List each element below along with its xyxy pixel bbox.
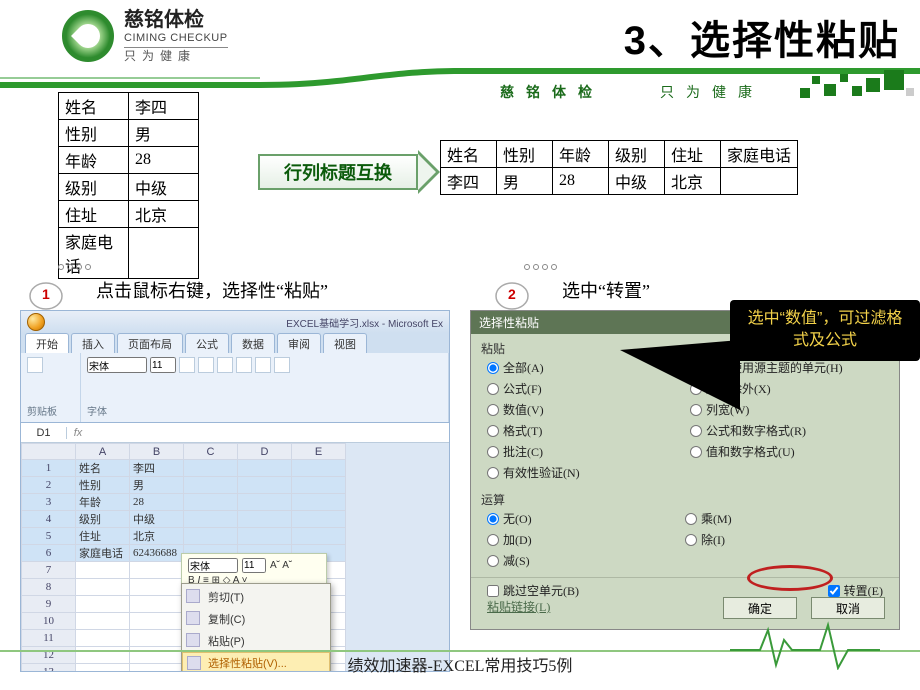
- ribbon-tab[interactable]: 数据: [231, 333, 275, 353]
- table-cell: 家庭电话: [721, 141, 798, 168]
- mini-font-size[interactable]: [242, 558, 266, 573]
- paste-option-radio[interactable]: 格式(T): [487, 422, 680, 439]
- excel-window: EXCEL基础学习.xlsx - Microsoft Ex 开始插入页面布局公式…: [20, 310, 450, 672]
- ribbon-group-clipboard: 剪贴板: [27, 403, 74, 418]
- source-vertical-table: 姓名李四性别男年龄28级别中级住址北京家庭电话: [58, 92, 199, 279]
- table-cell: 李四: [441, 168, 497, 195]
- excel-window-title: EXCEL基础学习.xlsx - Microsoft Ex: [286, 315, 443, 330]
- table-cell: 年龄: [553, 141, 609, 168]
- ribbon-tab[interactable]: 公式: [185, 333, 229, 353]
- table-cell: 28: [553, 168, 609, 195]
- table-cell: 性别: [497, 141, 553, 168]
- paste-option-radio[interactable]: 公式和数字格式(R): [690, 422, 883, 439]
- table-cell: 姓名: [441, 141, 497, 168]
- decorative-pixels: [800, 70, 920, 100]
- brand-logo: 慈铭体检 CIMING CHECKUP 只为健康: [62, 8, 228, 64]
- operation-option-radio[interactable]: 除(I): [685, 531, 883, 548]
- step-2-text: 选中“转置”: [562, 277, 650, 303]
- transform-arrow-label: 行列标题互换: [258, 154, 418, 190]
- step-1-number: 1: [42, 286, 50, 302]
- ribbon-group-font: 字体: [87, 403, 442, 418]
- operation-option-radio[interactable]: 减(S): [487, 552, 685, 569]
- result-horizontal-table: 姓名性别年龄级别住址家庭电话李四男28中级北京: [440, 140, 798, 195]
- step-2: 2 选中“转置”: [490, 268, 650, 312]
- footer-text: 绩效加速器-EXCEL常用技巧5例: [0, 652, 920, 676]
- step-1-text: 点击鼠标右键，选择性“粘贴”: [96, 277, 328, 303]
- ribbon-tab[interactable]: 审阅: [277, 333, 321, 353]
- border-icon[interactable]: [236, 357, 252, 373]
- name-box[interactable]: D1: [21, 427, 67, 439]
- operation-option-radio[interactable]: 加(D): [487, 531, 685, 548]
- logo-chinese: 慈铭体检: [124, 8, 228, 32]
- table-cell: 住址: [665, 141, 721, 168]
- header-subslogan: 只为健康: [660, 82, 764, 102]
- table-cell: 28: [129, 147, 199, 174]
- table-cell: 姓名: [59, 93, 129, 120]
- slide-title: 3、选择性粘贴: [624, 8, 900, 66]
- bold-icon[interactable]: [179, 357, 195, 373]
- italic-icon[interactable]: [198, 357, 214, 373]
- paste-icon[interactable]: [27, 357, 43, 373]
- table-cell: 李四: [129, 93, 199, 120]
- table-cell: [721, 168, 798, 195]
- table-cell: 级别: [59, 174, 129, 201]
- section-operation-label: 运算: [471, 485, 899, 510]
- table-cell: 中级: [609, 168, 665, 195]
- paste-link-button[interactable]: 粘贴链接(L): [487, 598, 550, 615]
- skip-blanks-checkbox[interactable]: 跳过空单元(B): [487, 582, 579, 599]
- context-menu-item[interactable]: 复制(C): [182, 608, 330, 630]
- operation-option-radio[interactable]: 无(O): [487, 510, 685, 527]
- logo-icon: [62, 10, 114, 62]
- font-color-icon[interactable]: [274, 357, 290, 373]
- footprint-icon: 1: [24, 268, 84, 312]
- ribbon-tab[interactable]: 插入: [71, 333, 115, 353]
- underline-icon[interactable]: [217, 357, 233, 373]
- paste-option-radio[interactable]: 有效性验证(N): [487, 464, 680, 481]
- ribbon-tab[interactable]: 视图: [323, 333, 367, 353]
- header-subbrand: 慈铭体检: [500, 82, 604, 102]
- step-1: 1 点击鼠标右键，选择性“粘贴”: [24, 268, 328, 312]
- table-cell: 年龄: [59, 147, 129, 174]
- cancel-button[interactable]: 取消: [811, 597, 885, 619]
- ok-button[interactable]: 确定: [723, 597, 797, 619]
- table-cell: 男: [129, 120, 199, 147]
- table-cell: 性别: [59, 120, 129, 147]
- fill-color-icon[interactable]: [255, 357, 271, 373]
- font-name-input[interactable]: [87, 357, 147, 373]
- table-cell: 北京: [665, 168, 721, 195]
- table-cell: 男: [497, 168, 553, 195]
- footprint-icon: 2: [490, 268, 550, 312]
- context-menu-item[interactable]: 剪切(T): [182, 586, 330, 608]
- font-size-input[interactable]: [150, 357, 176, 373]
- ribbon: 剪贴板 字体: [21, 353, 449, 423]
- ribbon-tabs[interactable]: 开始插入页面布局公式数据审阅视图: [21, 333, 449, 353]
- table-cell: 北京: [129, 201, 199, 228]
- ribbon-tab[interactable]: 开始: [25, 333, 69, 353]
- table-cell: 级别: [609, 141, 665, 168]
- context-menu-item[interactable]: 粘贴(P): [182, 630, 330, 652]
- fx-icon[interactable]: fx: [67, 427, 89, 439]
- tip-callout: 选中“数值”，可过滤格式及公式: [730, 300, 920, 361]
- arrow-icon: [418, 150, 440, 194]
- logo-english: CIMING CHECKUP: [124, 32, 228, 45]
- table-cell: 中级: [129, 174, 199, 201]
- office-orb-icon[interactable]: [27, 313, 45, 331]
- step-2-number: 2: [508, 286, 516, 302]
- table-cell: 住址: [59, 201, 129, 228]
- paste-option-radio[interactable]: 值和数字格式(U): [690, 443, 883, 460]
- mini-font-name[interactable]: [188, 558, 238, 573]
- ribbon-tab[interactable]: 页面布局: [117, 333, 183, 353]
- paste-option-radio[interactable]: 批注(C): [487, 443, 680, 460]
- operation-option-radio[interactable]: 乘(M): [685, 510, 883, 527]
